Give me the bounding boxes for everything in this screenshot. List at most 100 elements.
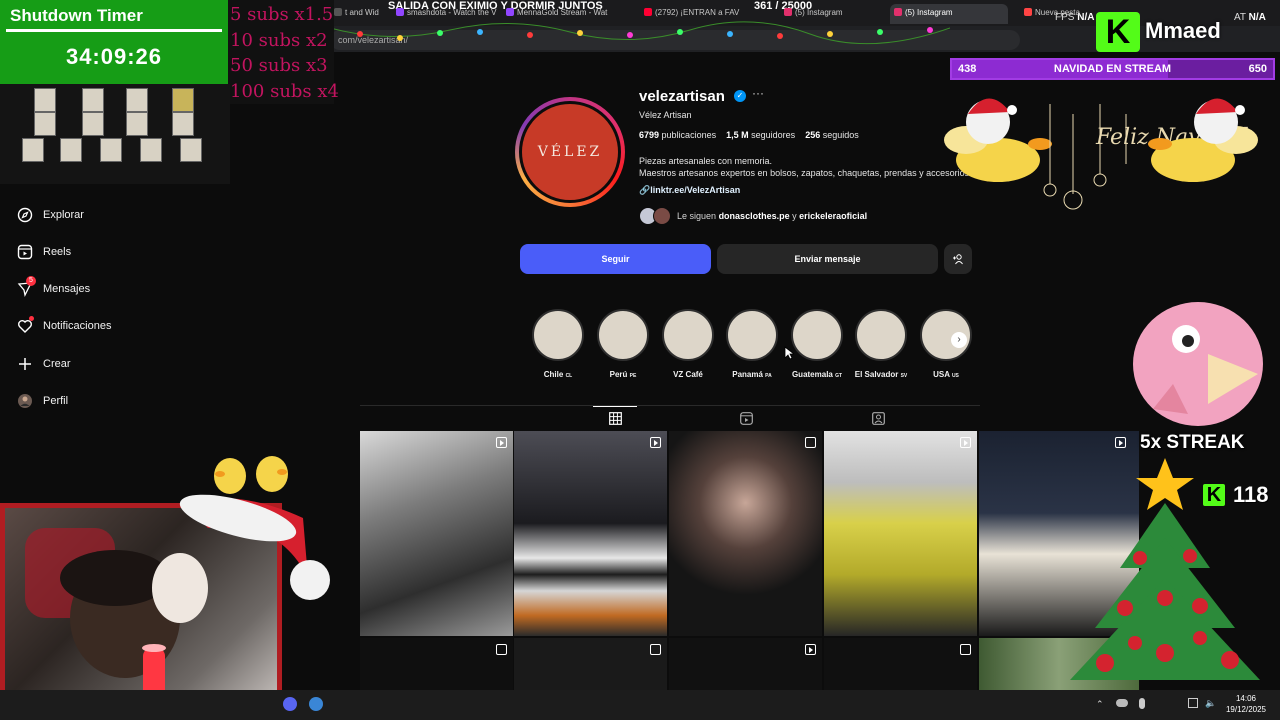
highlight-cover	[662, 309, 714, 361]
post-thumbnail[interactable]	[360, 431, 513, 636]
santa-duck-left	[944, 98, 1052, 182]
follow-button[interactable]: Seguir	[520, 244, 711, 274]
tab-favicon-icon	[396, 8, 404, 16]
tab-label: MennaGold Stream - Wat	[517, 8, 608, 17]
grid-icon	[608, 412, 622, 425]
chevron-up-icon[interactable]: ⌃	[1096, 699, 1104, 710]
cpu-readout: AT N/A	[1234, 12, 1266, 23]
profile-stats: 6799 publicaciones 1,5 M seguidores 256 …	[639, 130, 859, 140]
highlight-chile[interactable]: Chile CL	[531, 309, 585, 379]
tab-tagged[interactable]	[856, 406, 900, 430]
network-icon[interactable]	[1188, 698, 1198, 708]
add-user-button[interactable]	[944, 244, 972, 274]
kick-logo-icon: K	[1096, 12, 1140, 52]
microphone-icon[interactable]	[1139, 698, 1145, 709]
browser-tab[interactable]: MennaGold Stream - Wat	[502, 4, 636, 24]
slowpoke-emote	[1133, 302, 1263, 426]
volume-icon[interactable]: 🔈	[1205, 698, 1216, 709]
taskbar: ⌃ 🔈	[0, 690, 1280, 720]
post-thumbnail[interactable]	[824, 431, 977, 636]
sidebar-item-mensajes[interactable]: 5 Mensajes	[16, 276, 90, 299]
add-user-icon	[953, 254, 963, 265]
link-icon: 🔗	[639, 185, 651, 195]
plus-icon	[16, 355, 34, 373]
sidebar-item-crear[interactable]: Crear	[16, 354, 71, 374]
browser-tab[interactable]: (2792) ¡ENTRAN a FAV	[640, 4, 776, 24]
reels-icon	[739, 411, 753, 425]
browser-tab[interactable]: (5) Instagram	[780, 4, 886, 24]
send-message-button[interactable]: Enviar mensaje	[717, 244, 938, 274]
thumbnail	[140, 138, 162, 162]
profile-avatar[interactable]: VÉLEZ	[522, 104, 618, 200]
bio-line: Maestros artesanos expertos en bolsos, z…	[639, 168, 972, 178]
post-thumbnail[interactable]	[514, 431, 667, 636]
followers-count[interactable]: 1,5 M seguidores	[726, 130, 795, 140]
tab-favicon-icon	[1024, 8, 1032, 16]
goal-target: 650	[1248, 63, 1267, 75]
clock-time[interactable]: 14:06	[1222, 694, 1270, 703]
reel-icon	[496, 437, 507, 448]
mouse-cursor-icon	[784, 346, 794, 360]
post-thumbnail[interactable]	[360, 638, 513, 690]
thumbnail	[60, 138, 82, 162]
avatar-icon	[16, 392, 34, 410]
thumbnail	[22, 138, 44, 162]
highlight-label: Panamá PA	[732, 370, 772, 379]
browser-tab[interactable]: Nueva pestaña	[1020, 4, 1080, 24]
post-thumbnail[interactable]	[514, 638, 667, 690]
sidebar-item-notificaciones[interactable]: Notificaciones	[16, 316, 111, 336]
thumbnail	[34, 88, 56, 112]
sidebar-item-reels[interactable]: Reels	[16, 242, 71, 262]
more-options-icon[interactable]: ···	[752, 86, 764, 100]
thumbnail	[34, 112, 56, 136]
tab-reels[interactable]	[724, 406, 768, 430]
subs-line: 100 subs x4	[230, 81, 339, 102]
thumbnail	[100, 138, 122, 162]
tab-posts[interactable]	[593, 406, 637, 430]
followed-by[interactable]: Le siguen donasclothes.pe y erickeleraof…	[639, 206, 867, 226]
settings-icon[interactable]	[309, 697, 323, 711]
highlight-peru[interactable]: Perú PE	[596, 309, 650, 379]
goal-progress-bar: 438 NAVIDAD EN STREAM 650	[950, 58, 1275, 80]
reel-icon	[650, 437, 661, 448]
browser-tab[interactable]: (5) Instagram	[890, 4, 1008, 24]
heart-icon	[16, 316, 34, 335]
clock-date[interactable]: 19/12/2025	[1222, 705, 1270, 714]
bio-link[interactable]: 🔗linktr.ee/VelezArtisan	[639, 185, 740, 196]
avatar	[653, 207, 671, 225]
sidebar-item-perfil[interactable]: Perfil	[16, 391, 68, 411]
highlight-label: El Salvador SV	[854, 370, 908, 379]
post-thumbnail[interactable]	[669, 431, 822, 636]
discord-icon[interactable]	[283, 697, 297, 711]
highlight-panama[interactable]: Panamá PA	[725, 309, 779, 379]
thumbnail	[180, 138, 202, 162]
streamer-name: Mmaed	[1145, 18, 1221, 43]
chevron-right-icon[interactable]: ›	[951, 332, 967, 348]
cloud-icon[interactable]	[1116, 699, 1128, 707]
post-thumbnail[interactable]	[669, 638, 822, 690]
notification-badge: 5	[26, 276, 36, 286]
tab-label: Nueva pestaña	[1035, 8, 1080, 17]
subs-line: 5 subs x1.5	[230, 4, 334, 25]
profile-username: velezartisan	[639, 88, 725, 105]
post-thumbnail[interactable]	[824, 638, 977, 690]
thumbnail	[126, 112, 148, 136]
reel-icon	[960, 437, 971, 448]
highlight-guatemala[interactable]: Guatemala GT	[790, 309, 844, 379]
highlight-cover	[791, 309, 843, 361]
sidebar-item-explorar[interactable]: Explorar	[16, 205, 84, 225]
browser-tab[interactable]: smashdota - Watch the V	[392, 4, 498, 24]
reel-icon	[1115, 437, 1126, 448]
highlight-label: USA US	[933, 370, 959, 379]
following-count[interactable]: 256 seguidos	[805, 130, 859, 140]
highlight-vz-cafe[interactable]: VZ Café	[661, 309, 715, 379]
sidebar-item-label: Crear	[43, 358, 71, 370]
santa-duck-right	[1148, 98, 1258, 182]
thumbnail	[172, 88, 194, 112]
santa-hat-ducks	[179, 456, 330, 600]
thumbnail	[172, 112, 194, 136]
highlight-el-salvador[interactable]: El Salvador SV	[854, 309, 908, 379]
address-bar[interactable]: com/velezartisan/	[330, 30, 1020, 50]
thumbnail	[82, 112, 104, 136]
browser-tab[interactable]: t and Wid	[330, 4, 390, 24]
